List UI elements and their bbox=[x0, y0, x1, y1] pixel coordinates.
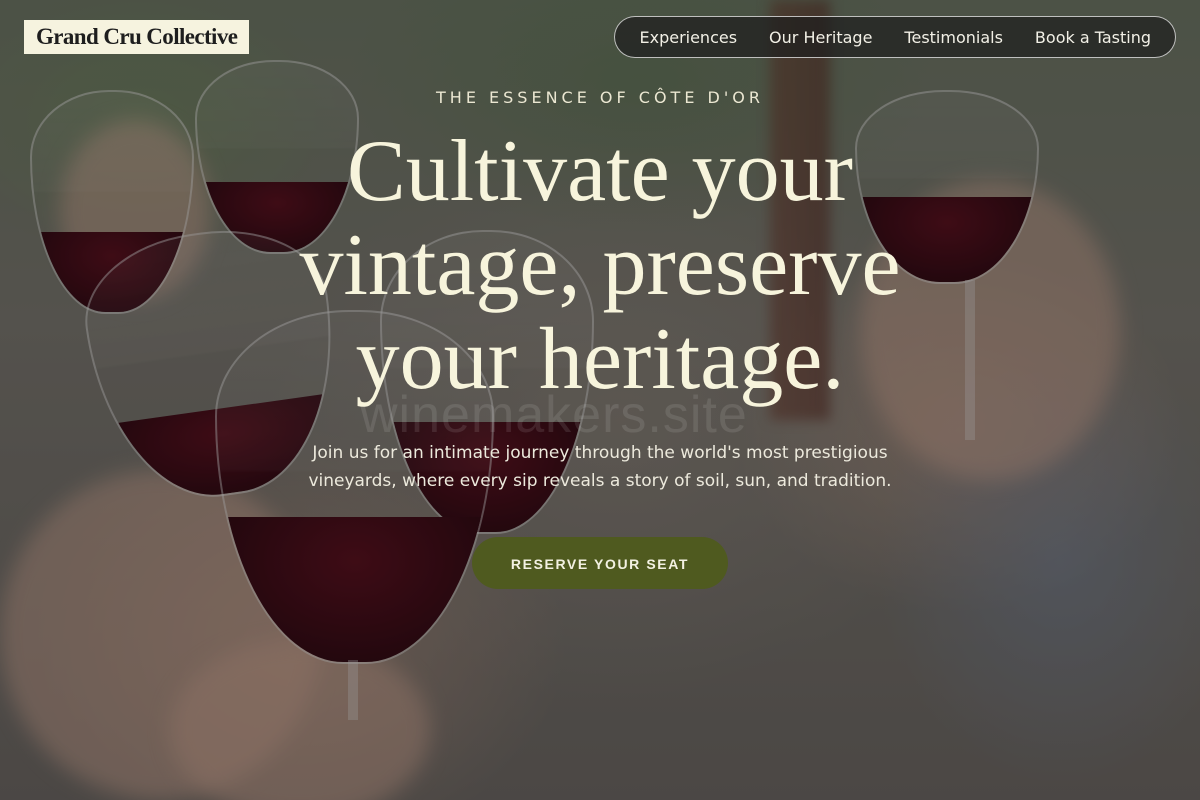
nav-our-heritage[interactable]: Our Heritage bbox=[769, 28, 872, 47]
nav-book-a-tasting[interactable]: Book a Tasting bbox=[1035, 28, 1151, 47]
nav-experiences[interactable]: Experiences bbox=[639, 28, 737, 47]
hero-content: THE ESSENCE OF CÔTE D'OR Cultivate your … bbox=[0, 88, 1200, 589]
hero-eyebrow: THE ESSENCE OF CÔTE D'OR bbox=[436, 88, 764, 107]
nav-testimonials[interactable]: Testimonials bbox=[904, 28, 1003, 47]
hero-section: winemakers.site Grand Cru Collective Exp… bbox=[0, 0, 1200, 800]
hero-headline: Cultivate your vintage, preserve your he… bbox=[299, 123, 901, 408]
reserve-seat-button[interactable]: RESERVE YOUR SEAT bbox=[472, 537, 728, 589]
brand-logo[interactable]: Grand Cru Collective bbox=[24, 20, 250, 54]
hero-subtext: Join us for an intimate journey through … bbox=[308, 443, 892, 491]
main-nav: Experiences Our Heritage Testimonials Bo… bbox=[614, 16, 1176, 58]
